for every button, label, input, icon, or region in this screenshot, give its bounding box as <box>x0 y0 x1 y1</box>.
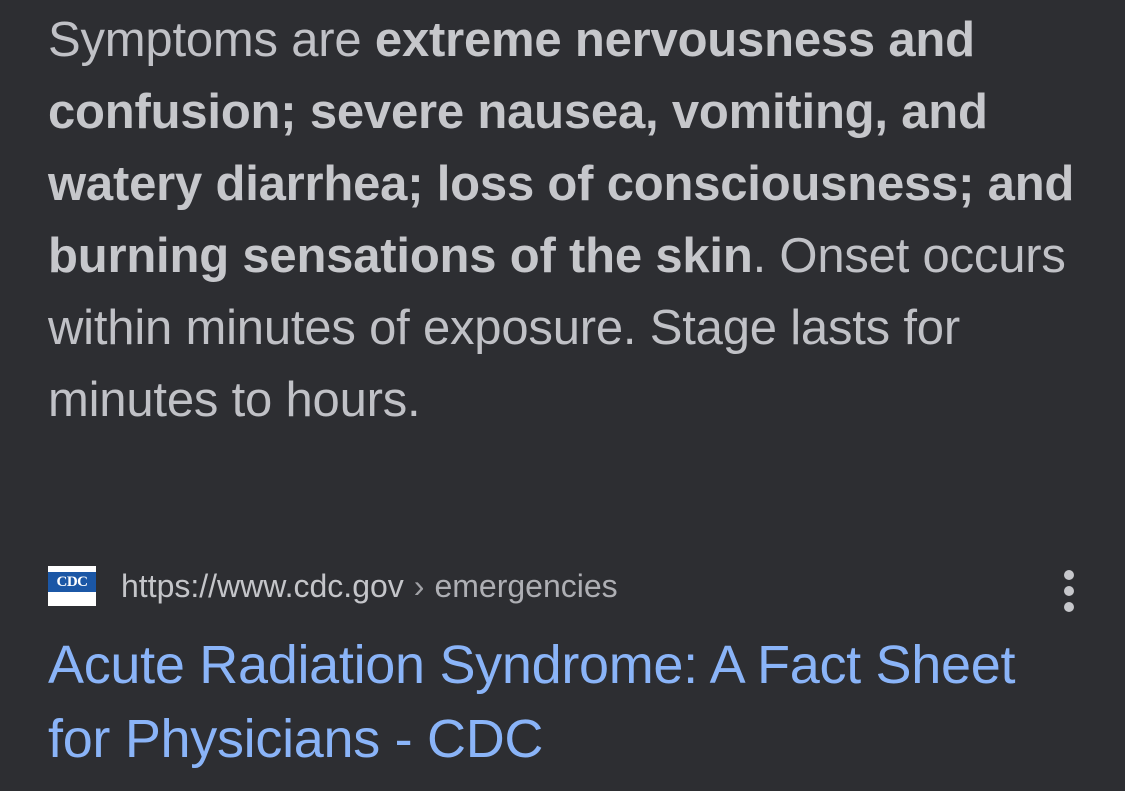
more-vertical-icon-dot <box>1064 602 1074 612</box>
cdc-logo-icon: CDC <box>48 566 96 606</box>
result-title-link[interactable]: Acute Radiation Syndrome: A Fact Sheet f… <box>48 628 1048 776</box>
result-url[interactable]: https://www.cdc.gov › emergencies <box>121 562 618 610</box>
url-host: https://www.cdc.gov <box>121 568 404 604</box>
more-vertical-icon <box>1064 570 1074 580</box>
more-options-button[interactable] <box>1059 570 1079 612</box>
featured-snippet-text: Symptoms are extreme nervousness and con… <box>48 4 1093 436</box>
snippet-intro: Symptoms are <box>48 13 375 67</box>
url-separator: › <box>413 568 425 604</box>
url-path: emergencies <box>434 568 618 604</box>
favicon-label: CDC <box>48 572 96 592</box>
more-vertical-icon-dot <box>1064 586 1074 596</box>
result-source-row: CDC https://www.cdc.gov › emergencies <box>48 562 1083 612</box>
